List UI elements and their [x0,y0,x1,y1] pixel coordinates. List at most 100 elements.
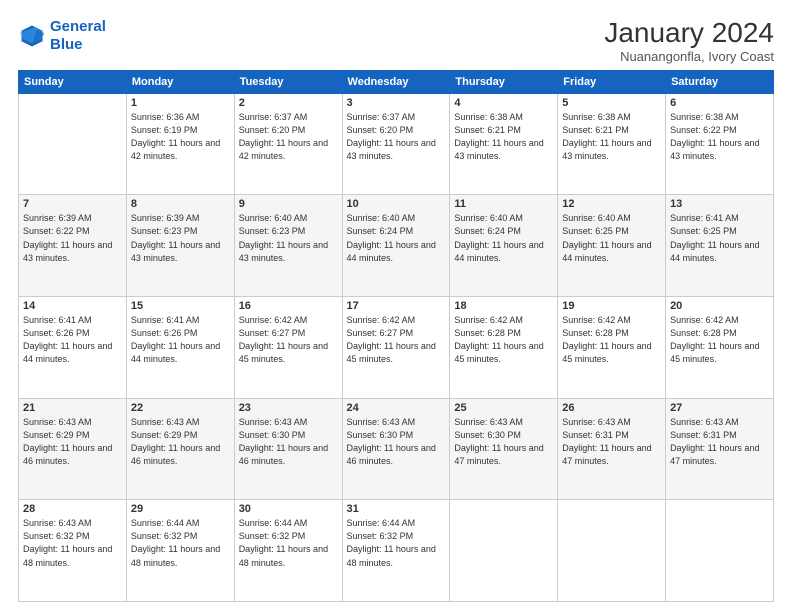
calendar-cell: 23Sunrise: 6:43 AMSunset: 6:30 PMDayligh… [234,398,342,500]
day-number: 19 [562,300,661,312]
day-number: 18 [454,300,553,312]
calendar-cell: 3 Sunrise: 6:37 AMSunset: 6:20 PMDaylight… [342,93,450,195]
day-number: 17 [347,300,446,312]
calendar-cell: 29 Sunrise: 6:44 AMSunset: 6:32 PMDayligh… [126,500,234,602]
day-number: 20 [670,300,769,312]
day-number: 24 [347,402,446,414]
day-number: 6 [670,97,769,109]
col-sunday: Sunday [19,70,127,93]
col-monday: Monday [126,70,234,93]
day-info: Sunrise: 6:43 AMSunset: 6:29 PMDaylight:… [131,416,230,468]
day-info: Sunrise: 6:40 AMSunset: 6:23 PMDaylight:… [239,212,338,264]
day-number: 26 [562,402,661,414]
day-info: Sunrise: 6:39 AMSunset: 6:22 PMDaylight:… [23,212,122,264]
title-block: January 2024 Nuanangonfla, Ivory Coast [604,18,774,64]
calendar-cell: 10Sunrise: 6:40 AMSunset: 6:24 PMDayligh… [342,195,450,297]
day-info: Sunrise: 6:39 AMSunset: 6:23 PMDaylight:… [131,212,230,264]
day-info: Sunrise: 6:40 AMSunset: 6:24 PMDaylight:… [347,212,446,264]
day-number: 1 [131,97,230,109]
calendar-cell: 2Sunrise: 6:37 AMSunset: 6:20 PMDaylight… [234,93,342,195]
day-number: 23 [239,402,338,414]
week-row-3: 14 Sunrise: 6:41 AMSunset: 6:26 PMDayligh… [19,297,774,399]
logo-line2: Blue [50,36,83,53]
day-number: 25 [454,402,553,414]
day-number: 16 [239,300,338,312]
day-info: Sunrise: 6:40 AMSunset: 6:24 PMDaylight:… [454,212,553,264]
calendar-table: Sunday Monday Tuesday Wednesday Thursday… [18,70,774,602]
day-info: Sunrise: 6:36 AMSunset: 6:19 PMDaylight:… [131,111,230,163]
calendar-cell [450,500,558,602]
day-number: 3 [347,97,446,109]
day-info: Sunrise: 6:38 AMSunset: 6:22 PMDaylight:… [670,111,769,163]
day-info: Sunrise: 6:38 AMSunset: 6:21 PMDaylight:… [454,111,553,163]
day-info: Sunrise: 6:43 AMSunset: 6:31 PMDaylight:… [670,416,769,468]
day-number: 9 [239,198,338,210]
day-info: Sunrise: 6:37 AMSunset: 6:20 PMDaylight:… [347,111,446,163]
day-info: Sunrise: 6:41 AMSunset: 6:26 PMDaylight:… [23,314,122,366]
day-number: 8 [131,198,230,210]
week-row-2: 7 Sunrise: 6:39 AMSunset: 6:22 PMDaylight… [19,195,774,297]
calendar-cell: 25Sunrise: 6:43 AMSunset: 6:30 PMDayligh… [450,398,558,500]
day-info: Sunrise: 6:42 AMSunset: 6:28 PMDaylight:… [454,314,553,366]
calendar-cell: 24 Sunrise: 6:43 AMSunset: 6:30 PMDayligh… [342,398,450,500]
day-number: 30 [239,503,338,515]
day-info: Sunrise: 6:44 AMSunset: 6:32 PMDaylight:… [347,517,446,569]
col-wednesday: Wednesday [342,70,450,93]
calendar-cell: 30 Sunrise: 6:44 AMSunset: 6:32 PMDayligh… [234,500,342,602]
day-number: 13 [670,198,769,210]
calendar-cell [558,500,666,602]
week-row-1: 1 Sunrise: 6:36 AMSunset: 6:19 PMDaylight… [19,93,774,195]
calendar-cell: 8 Sunrise: 6:39 AMSunset: 6:23 PMDaylight… [126,195,234,297]
calendar-cell: 21 Sunrise: 6:43 AMSunset: 6:29 PMDayligh… [19,398,127,500]
calendar-cell: 22Sunrise: 6:43 AMSunset: 6:29 PMDayligh… [126,398,234,500]
day-info: Sunrise: 6:43 AMSunset: 6:30 PMDaylight:… [347,416,446,468]
logo-icon [18,22,46,50]
header-row: Sunday Monday Tuesday Wednesday Thursday… [19,70,774,93]
col-saturday: Saturday [666,70,774,93]
day-info: Sunrise: 6:42 AMSunset: 6:27 PMDaylight:… [239,314,338,366]
day-number: 15 [131,300,230,312]
calendar-cell: 7 Sunrise: 6:39 AMSunset: 6:22 PMDaylight… [19,195,127,297]
calendar-cell: 18 Sunrise: 6:42 AMSunset: 6:28 PMDayligh… [450,297,558,399]
main-title: January 2024 [604,18,774,49]
logo: General Blue [18,18,106,54]
day-number: 21 [23,402,122,414]
day-info: Sunrise: 6:43 AMSunset: 6:32 PMDaylight:… [23,517,122,569]
col-thursday: Thursday [450,70,558,93]
calendar-cell [19,93,127,195]
calendar-cell: 20 Sunrise: 6:42 AMSunset: 6:28 PMDayligh… [666,297,774,399]
day-number: 7 [23,198,122,210]
calendar-cell: 26 Sunrise: 6:43 AMSunset: 6:31 PMDayligh… [558,398,666,500]
calendar-cell [666,500,774,602]
calendar-cell: 5 Sunrise: 6:38 AMSunset: 6:21 PMDaylight… [558,93,666,195]
header: General Blue January 2024 Nuanangonfla, … [18,18,774,64]
day-number: 11 [454,198,553,210]
calendar-cell: 16 Sunrise: 6:42 AMSunset: 6:27 PMDayligh… [234,297,342,399]
day-info: Sunrise: 6:44 AMSunset: 6:32 PMDaylight:… [131,517,230,569]
day-info: Sunrise: 6:43 AMSunset: 6:31 PMDaylight:… [562,416,661,468]
calendar-cell: 28Sunrise: 6:43 AMSunset: 6:32 PMDayligh… [19,500,127,602]
calendar-cell: 27 Sunrise: 6:43 AMSunset: 6:31 PMDayligh… [666,398,774,500]
day-number: 5 [562,97,661,109]
calendar-cell: 12Sunrise: 6:40 AMSunset: 6:25 PMDayligh… [558,195,666,297]
col-friday: Friday [558,70,666,93]
subtitle: Nuanangonfla, Ivory Coast [604,49,774,64]
calendar-cell: 1 Sunrise: 6:36 AMSunset: 6:19 PMDaylight… [126,93,234,195]
calendar-cell: 4 Sunrise: 6:38 AMSunset: 6:21 PMDaylight… [450,93,558,195]
day-number: 14 [23,300,122,312]
day-number: 27 [670,402,769,414]
day-info: Sunrise: 6:41 AMSunset: 6:25 PMDaylight:… [670,212,769,264]
day-info: Sunrise: 6:38 AMSunset: 6:21 PMDaylight:… [562,111,661,163]
day-info: Sunrise: 6:37 AMSunset: 6:20 PMDaylight:… [239,111,338,163]
day-info: Sunrise: 6:44 AMSunset: 6:32 PMDaylight:… [239,517,338,569]
day-info: Sunrise: 6:42 AMSunset: 6:28 PMDaylight:… [562,314,661,366]
week-row-5: 28Sunrise: 6:43 AMSunset: 6:32 PMDayligh… [19,500,774,602]
day-number: 29 [131,503,230,515]
day-number: 4 [454,97,553,109]
logo-text: General Blue [50,18,106,54]
calendar-cell: 19 Sunrise: 6:42 AMSunset: 6:28 PMDayligh… [558,297,666,399]
calendar-cell: 11 Sunrise: 6:40 AMSunset: 6:24 PMDayligh… [450,195,558,297]
day-info: Sunrise: 6:43 AMSunset: 6:29 PMDaylight:… [23,416,122,468]
day-info: Sunrise: 6:42 AMSunset: 6:28 PMDaylight:… [670,314,769,366]
calendar-cell: 15Sunrise: 6:41 AMSunset: 6:26 PMDayligh… [126,297,234,399]
